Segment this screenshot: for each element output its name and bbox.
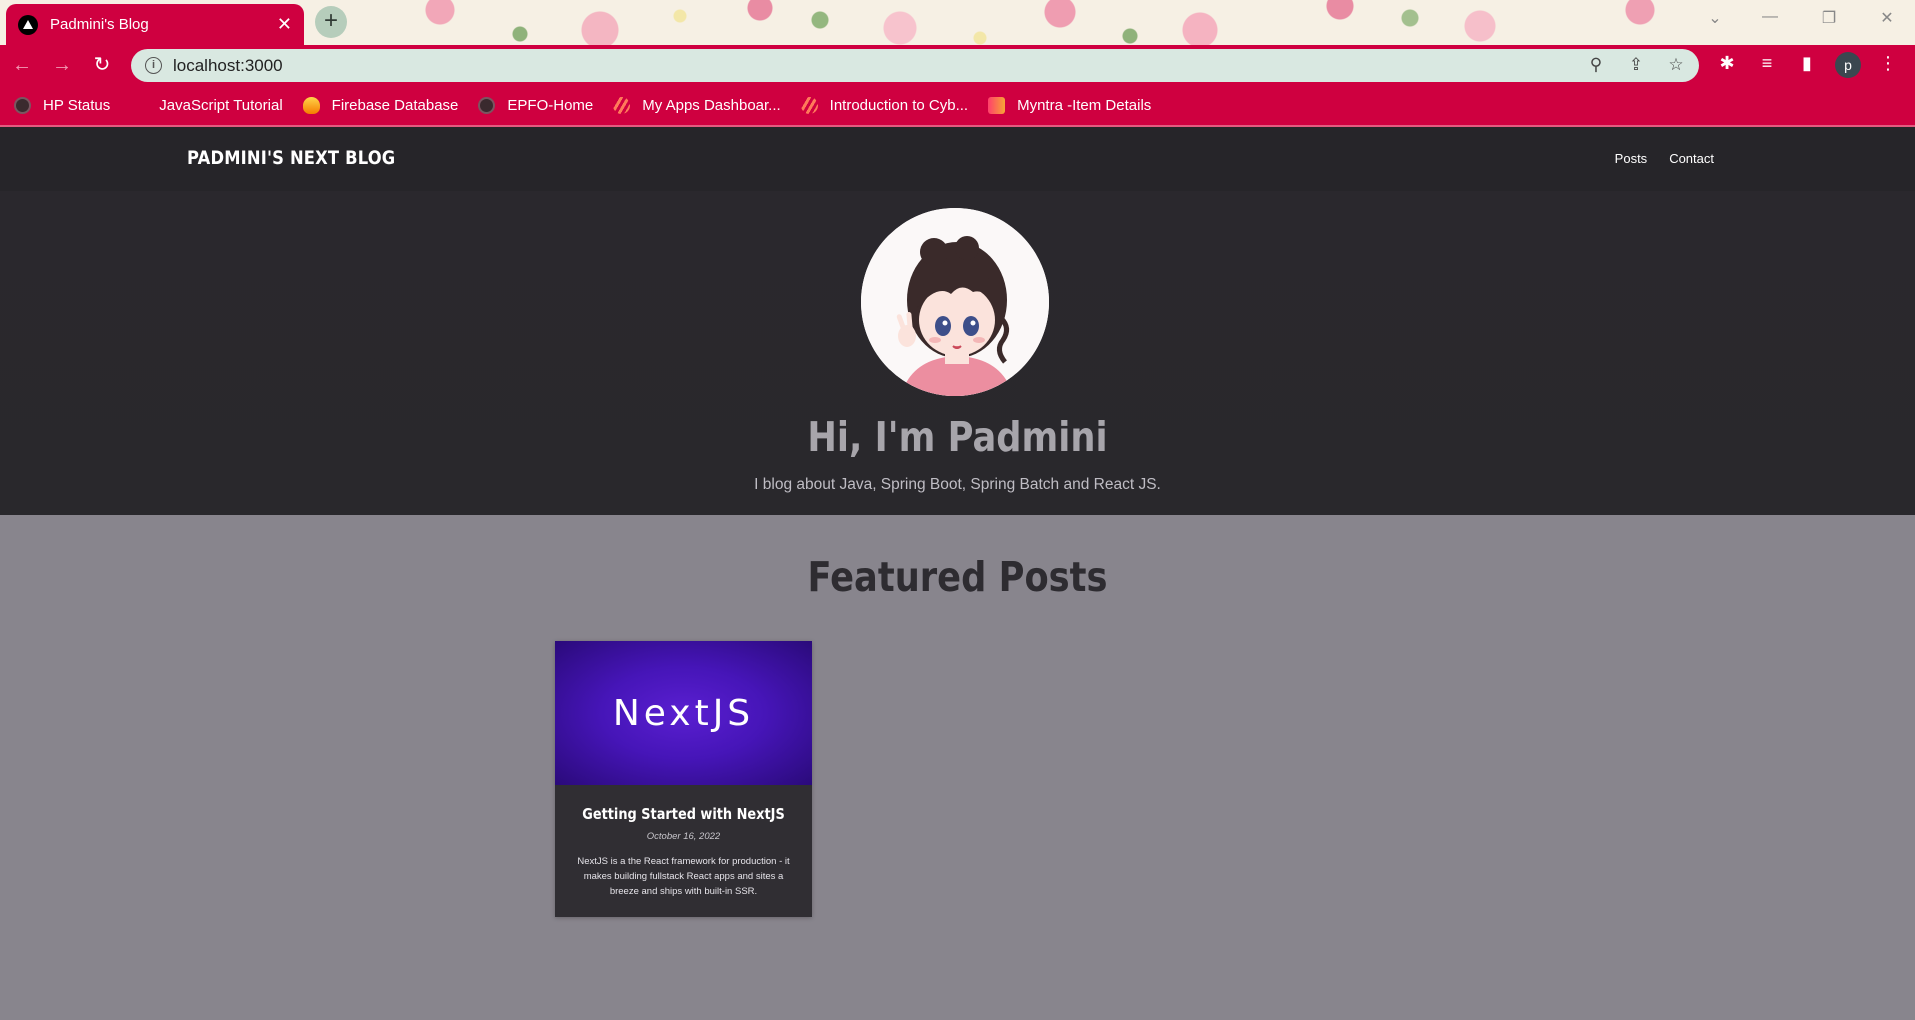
close-window-button[interactable]: ✕: [1872, 8, 1902, 28]
myntra-icon: [988, 96, 1006, 114]
firebase-icon: [302, 96, 320, 114]
browser-toolbar: ← → ↻ i localhost:3000 ⚲ ⇪ ☆ ✱ ≡ ▮ p ⋮: [0, 45, 1915, 85]
main-nav: Posts Contact: [1615, 151, 1714, 166]
url-text[interactable]: localhost:3000: [173, 56, 283, 76]
forward-button[interactable]: →: [49, 52, 75, 78]
zoom-icon[interactable]: ⚲: [1585, 55, 1607, 75]
minimize-window-button[interactable]: —: [1755, 8, 1785, 26]
profile-avatar[interactable]: p: [1835, 52, 1861, 78]
bookmarks-bar: HP Status JavaScript Tutorial Firebase D…: [0, 85, 1915, 127]
nextjs-favicon-icon: [18, 14, 38, 35]
bookmark-firebase-database[interactable]: Firebase Database: [302, 96, 458, 114]
tab-title: Padmini's Blog: [50, 16, 149, 33]
zapier-icon: [613, 96, 631, 114]
bookmark-myntra-item-details[interactable]: Myntra -Item Details: [988, 96, 1151, 114]
author-avatar: [861, 208, 1049, 396]
anime-girl-illustration: [861, 208, 1049, 396]
tab-search-chevron-icon[interactable]: ⌄: [1700, 8, 1730, 28]
post-card[interactable]: NextJS Getting Started with NextJS Octob…: [555, 641, 812, 917]
nav-link-contact[interactable]: Contact: [1669, 151, 1714, 166]
post-cover-image: NextJS: [555, 641, 812, 785]
post-cover-text: NextJS: [612, 692, 755, 734]
reload-button[interactable]: ↻: [89, 52, 115, 78]
bookmark-my-apps-dashboard[interactable]: My Apps Dashboar...: [613, 96, 781, 114]
back-button[interactable]: ←: [9, 52, 35, 78]
bookmark-epfo-home[interactable]: EPFO-Home: [478, 96, 593, 114]
bookmark-hp-status[interactable]: HP Status: [14, 96, 110, 114]
featured-posts-section: Featured Posts NextJS Getting Started wi…: [0, 515, 1915, 1020]
share-icon[interactable]: ⇪: [1625, 55, 1647, 75]
bookmark-introduction-to-cyb[interactable]: Introduction to Cyb...: [800, 96, 968, 114]
hero-title: Hi, I'm Padmini: [807, 413, 1108, 461]
hero-section: Hi, I'm Padmini I blog about Java, Sprin…: [0, 191, 1915, 515]
globe-icon: [14, 96, 31, 114]
site-info-icon[interactable]: i: [145, 57, 162, 74]
bookmark-javascript-tutorial[interactable]: JavaScript Tutorial: [130, 96, 283, 114]
close-tab-icon[interactable]: ✕: [277, 14, 292, 35]
site-header: PADMINI'S NEXT BLOG Posts Contact: [0, 127, 1915, 191]
side-panel-icon[interactable]: ▮: [1795, 53, 1819, 74]
menu-kebab-icon[interactable]: ⋮: [1876, 53, 1900, 74]
post-date: October 16, 2022: [646, 831, 721, 842]
extensions-icon[interactable]: ✱: [1715, 53, 1739, 74]
browser-tab[interactable]: Padmini's Blog ✕: [6, 4, 304, 45]
globe-icon: [478, 96, 496, 114]
new-tab-button[interactable]: +: [315, 6, 347, 38]
nav-link-posts[interactable]: Posts: [1615, 151, 1648, 166]
post-excerpt: NextJS is a the React framework for prod…: [577, 856, 790, 897]
w3schools-icon: [130, 96, 148, 114]
browser-tab-strip: Padmini's Blog ✕ + ⌄ — ❐ ✕: [0, 0, 1915, 45]
bookmark-star-icon[interactable]: ☆: [1665, 55, 1687, 75]
restore-window-button[interactable]: ❐: [1814, 8, 1844, 28]
site-logo[interactable]: PADMINI'S NEXT BLOG: [187, 147, 395, 169]
address-bar[interactable]: i localhost:3000 ⚲ ⇪ ☆: [131, 49, 1699, 82]
featured-posts-title: Featured Posts: [807, 553, 1108, 601]
zapier-icon: [800, 96, 818, 114]
hero-subtitle: I blog about Java, Spring Boot, Spring B…: [754, 476, 1161, 493]
reading-list-icon[interactable]: ≡: [1755, 53, 1779, 74]
post-title[interactable]: Getting Started with NextJS: [573, 805, 794, 823]
